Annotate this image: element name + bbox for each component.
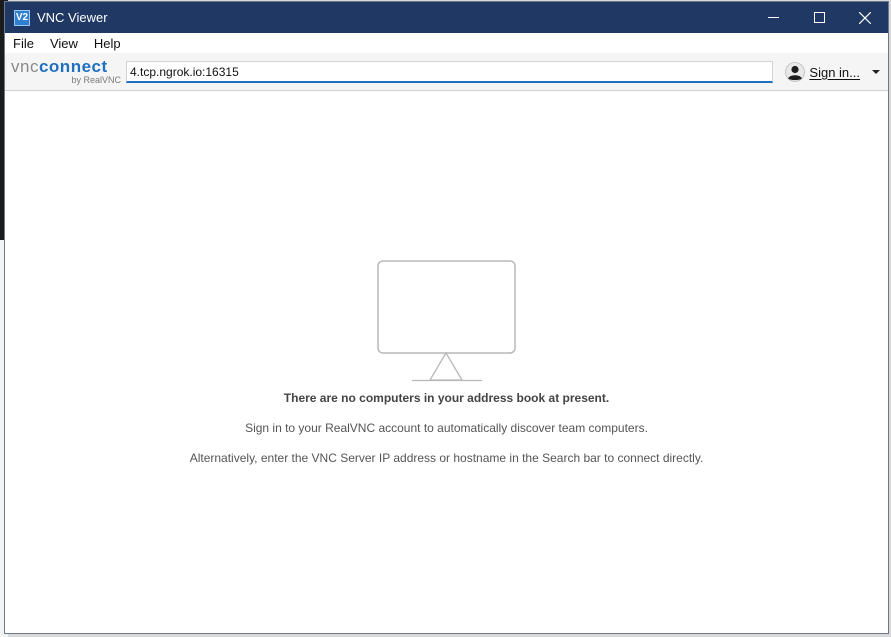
chevron-down-icon[interactable] [872, 68, 880, 76]
address-book-area: There are no computers in your address b… [5, 91, 888, 633]
empty-state-title: There are no computers in your address b… [283, 391, 610, 405]
empty-state-line-2: Alternatively, enter the VNC Server IP a… [189, 451, 704, 465]
user-icon [785, 62, 806, 82]
menu-view[interactable]: View [42, 36, 86, 51]
close-button[interactable] [842, 2, 888, 33]
monitor-icon [377, 260, 516, 382]
empty-state-line-1: Sign in to your RealVNC account to autom… [245, 421, 648, 435]
logo-connect-text: connect [38, 57, 108, 76]
vnc-viewer-icon: V2 [14, 9, 30, 26]
sign-in-button[interactable]: Sign in... [785, 61, 880, 83]
logo-subtitle: by RealVNC [71, 75, 121, 85]
search-bar[interactable] [126, 61, 773, 83]
menu-bar: File View Help [5, 33, 888, 53]
vnc-connect-logo: vncconnect by RealVNC [11, 57, 121, 87]
maximize-icon [813, 12, 825, 23]
minimize-icon [767, 17, 779, 18]
window-title: VNC Viewer [37, 10, 108, 25]
minimize-button[interactable] [750, 2, 796, 33]
menu-help[interactable]: Help [86, 36, 129, 51]
maximize-button[interactable] [796, 2, 842, 33]
search-input[interactable] [127, 62, 772, 81]
vnc-viewer-window: V2 VNC Viewer File View Help vncconnect … [4, 1, 889, 634]
sign-in-label: Sign in... [809, 64, 860, 80]
close-icon [859, 11, 871, 24]
menu-file[interactable]: File [5, 36, 42, 51]
logo-vnc-text: vnc [11, 57, 39, 76]
toolbar: vncconnect by RealVNC Sign in... [5, 53, 888, 91]
window-controls [750, 2, 888, 33]
title-bar: V2 VNC Viewer [5, 2, 888, 33]
